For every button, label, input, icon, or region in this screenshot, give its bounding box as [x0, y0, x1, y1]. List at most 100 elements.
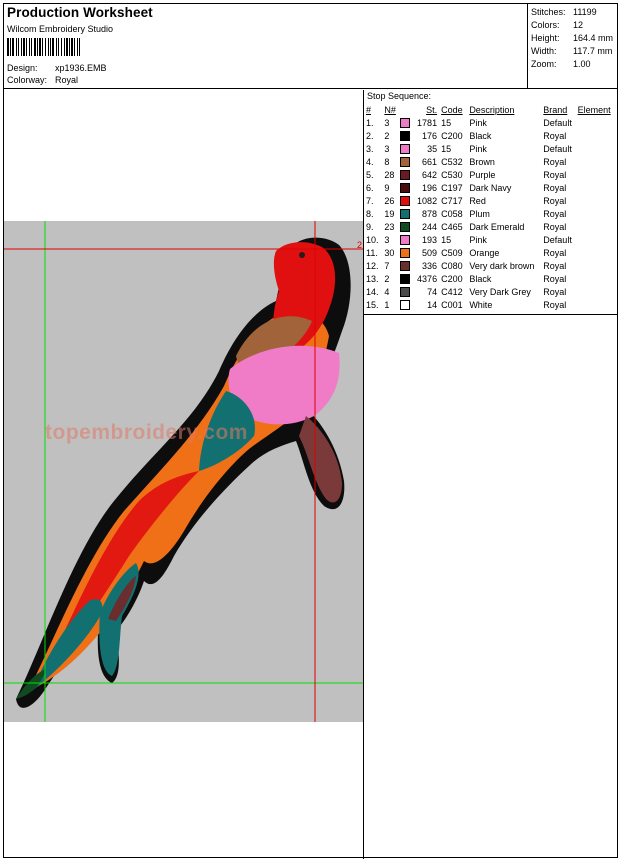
- col-header-code: Code: [441, 104, 463, 115]
- stat-value: 117.7 mm: [573, 46, 613, 56]
- table-row: 7. 26 1082 C717 Red Royal: [366, 194, 617, 207]
- thread-code: C080: [441, 260, 463, 271]
- color-swatch: [399, 116, 414, 129]
- thread-brand: Royal: [543, 156, 567, 167]
- stitch-count: 509: [422, 247, 438, 258]
- production-worksheet: Production Worksheet Wilcom Embroidery S…: [3, 3, 618, 859]
- thread-code: 15: [441, 143, 452, 154]
- stat-height: Height: 164.4 mm: [531, 32, 613, 45]
- software-name: Wilcom Embroidery Studio: [7, 24, 114, 34]
- thread-brand: Default: [543, 234, 572, 245]
- color-swatch: [399, 168, 414, 181]
- thread-brand: Royal: [543, 195, 567, 206]
- element-name: [578, 220, 617, 233]
- thread-description: Plum: [469, 208, 490, 219]
- table-row: 6. 9 196 C197 Dark Navy Royal: [366, 181, 617, 194]
- stitch-count: 878: [422, 208, 438, 219]
- element-name: [578, 168, 617, 181]
- element-name: [578, 246, 617, 259]
- thread-description: Black: [469, 273, 492, 284]
- thread-color-swatch: [399, 208, 410, 219]
- col-header-swatch: [400, 103, 414, 116]
- thread-color-swatch: [399, 286, 410, 297]
- element-name: [578, 142, 617, 155]
- stop-sequence-table: # N# St. Code Description Brand Element …: [366, 103, 617, 311]
- element-name: [578, 194, 617, 207]
- thread-code: C001: [441, 299, 463, 310]
- thread-color-swatch: [399, 156, 410, 167]
- thread-color-swatch: [399, 143, 410, 154]
- stitch-count: 1781: [417, 117, 438, 128]
- color-swatch: [399, 181, 414, 194]
- thread-brand: Royal: [543, 208, 567, 219]
- stitch-count: 244: [422, 221, 438, 232]
- element-name: [578, 181, 617, 194]
- thread-description: Brown: [469, 156, 495, 167]
- thread-description: Pink: [469, 234, 487, 245]
- color-swatch: [399, 142, 414, 155]
- colorway-value: Royal: [55, 75, 79, 85]
- row-index: 14.: [366, 286, 379, 297]
- stitch-count: 74: [427, 286, 438, 297]
- stitch-count: 4376: [417, 273, 438, 284]
- table-row: 14. 4 74 C412 Very Dark Grey Royal: [366, 285, 617, 298]
- thread-description: Dark Emerald: [469, 221, 525, 232]
- row-index: 11.: [366, 247, 378, 258]
- stitch-count: 1082: [417, 195, 438, 206]
- design-preview-canvas: 2 topembroidery.com: [4, 221, 363, 722]
- element-name: [578, 155, 617, 168]
- thread-code: C530: [441, 169, 463, 180]
- needle-number: 2: [384, 273, 390, 284]
- table-row: 2. 2 176 C200 Black Royal: [366, 129, 617, 142]
- thread-code: C532: [441, 156, 463, 167]
- table-header-row: # N# St. Code Description Brand Element: [366, 103, 617, 116]
- worksheet-title: Production Worksheet: [7, 5, 153, 20]
- thread-color-swatch: [399, 247, 410, 258]
- color-swatch: [399, 285, 414, 298]
- design-barcode: [7, 38, 131, 56]
- thread-description: Very Dark Grey: [469, 286, 531, 297]
- stat-value: 12: [573, 20, 584, 30]
- col-header-brand: Brand: [543, 104, 568, 115]
- thread-brand: Default: [543, 117, 572, 128]
- needle-number: 26: [384, 195, 395, 206]
- thread-color-swatch: [399, 117, 410, 128]
- row-index: 5.: [366, 169, 374, 180]
- stitch-count: 661: [422, 156, 438, 167]
- thread-code: C058: [441, 208, 463, 219]
- watermark: topembroidery.com: [45, 421, 248, 444]
- thread-description: Pink: [469, 143, 487, 154]
- thread-brand: Royal: [543, 182, 567, 193]
- stitch-count: 642: [422, 169, 438, 180]
- row-index: 15.: [366, 299, 379, 310]
- row-index: 7.: [366, 195, 374, 206]
- stitch-count: 196: [422, 182, 438, 193]
- color-swatch: [399, 155, 414, 168]
- element-name: [578, 233, 617, 246]
- thread-code: C465: [441, 221, 463, 232]
- stop-sequence-title: Stop Sequence:: [367, 91, 432, 101]
- thread-description: White: [469, 299, 493, 310]
- thread-code: C197: [441, 182, 463, 193]
- stat-label: Zoom:: [531, 59, 557, 69]
- needle-number: 2: [384, 130, 390, 141]
- table-row: 15. 1 14 C001 White Royal: [366, 298, 617, 311]
- needle-number: 3: [384, 234, 390, 245]
- embroidery-design-image: 2: [4, 221, 363, 722]
- row-index: 12.: [366, 260, 379, 271]
- element-name: [578, 129, 617, 142]
- stat-value: 1.00: [573, 59, 591, 69]
- element-name: [578, 298, 617, 311]
- row-index: 13.: [366, 273, 379, 284]
- needle-number: 7: [384, 260, 390, 271]
- stat-label: Colors:: [531, 20, 560, 30]
- thread-brand: Royal: [543, 130, 567, 141]
- needle-number: 28: [384, 169, 395, 180]
- element-name: [578, 207, 617, 220]
- thread-color-swatch: [399, 234, 410, 245]
- thread-brand: Royal: [543, 247, 567, 258]
- stat-label: Height:: [531, 33, 560, 43]
- row-index: 6.: [366, 182, 374, 193]
- design-stats-panel: Stitches: 11199 Colors: 12 Height: 164.4 mm…: [527, 4, 617, 89]
- thread-brand: Royal: [543, 273, 567, 284]
